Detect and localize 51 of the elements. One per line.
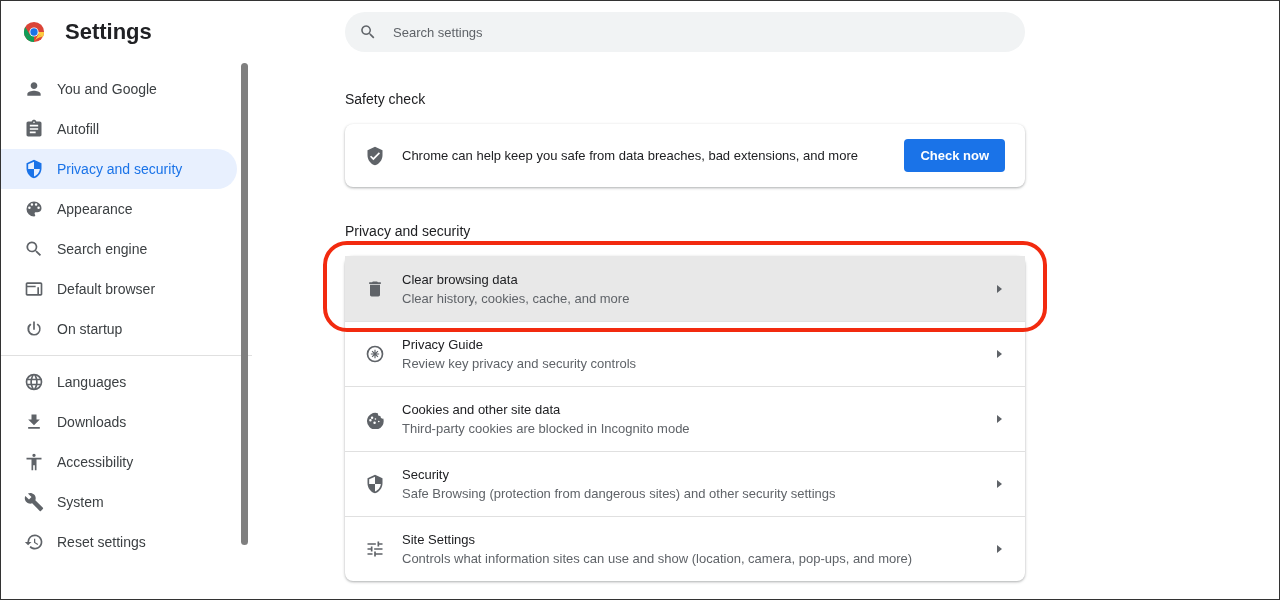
row-title: Privacy Guide <box>402 337 484 352</box>
search-icon <box>359 23 377 41</box>
search-bar[interactable]: Search settings <box>345 12 1025 52</box>
settings-row[interactable]: Cookies and other site data Third-party cookies are blocked in Incognito mode <box>345 386 1025 451</box>
shield-icon <box>365 474 385 494</box>
compass-icon <box>365 344 385 364</box>
section-heading: Privacy and security <box>345 223 472 239</box>
row-subtitle: Third-party cookies are blocked in Incognito mode <box>402 421 691 436</box>
sidebar-item[interactable]: Downloads <box>1 402 237 442</box>
row-subtitle: Clear history, cookies, cache, and more <box>402 290 631 306</box>
sidebar-item[interactable]: Default browser <box>1 269 237 309</box>
sidebar-item[interactable]: Accessibility <box>1 442 237 482</box>
section-heading: Safety check <box>345 91 427 107</box>
row-subtitle: Safe Browsing (protection from dangerous sites) and other security settings <box>402 486 837 501</box>
row-title: Cookies and other site data <box>402 402 562 417</box>
sliders-icon <box>365 539 385 559</box>
sidebar-item[interactable]: Appearance <box>1 189 237 229</box>
sidebar-item[interactable]: Search engine <box>1 229 237 269</box>
row-subtitle: Controls what information sites can use and show (location, camera, pop-ups, and more) <box>402 551 914 566</box>
settings-row[interactable]: Security Safe Browsing (protection from dangerous sites) and other security settings <box>345 451 1025 516</box>
settings-row[interactable]: Privacy Guide Review key privacy and security controls <box>345 321 1025 386</box>
search-input[interactable]: Search settings <box>391 23 1011 41</box>
shield-check-icon <box>365 145 385 166</box>
sidebar-item[interactable]: You and Google <box>1 69 237 109</box>
search-icon <box>24 239 44 259</box>
row-subtitle: Review key privacy and security controls <box>402 356 638 371</box>
palette-icon <box>24 199 44 219</box>
scrollbar[interactable] <box>241 63 248 545</box>
safety-check-text: Chrome can help keep you safe from data breaches, bad extensions, and more <box>402 148 859 163</box>
browser-window-icon <box>24 279 44 299</box>
settings-title: Settings <box>65 19 152 45</box>
sidebar-item[interactable]: Languages <box>1 362 237 402</box>
chrome-logo-icon <box>23 21 45 43</box>
settings-row[interactable]: Site Settings Controls what information sites can use and show (location, camera, pop-ups, and more) <box>345 516 1025 581</box>
shield-icon <box>24 159 44 179</box>
sidebar-item[interactable]: Privacy and security <box>1 149 237 189</box>
sidebar-item[interactable]: Autofill <box>1 109 237 149</box>
history-icon <box>24 532 44 552</box>
sidebar-item[interactable]: On startup <box>1 309 237 349</box>
accessibility-icon <box>24 452 44 472</box>
row-title: Site Settings <box>402 532 476 547</box>
wrench-icon <box>24 492 44 512</box>
sidebar-item[interactable]: System <box>1 482 237 522</box>
row-title: Security <box>402 467 450 482</box>
power-icon <box>24 319 44 339</box>
check-now-button[interactable]: Check now <box>904 139 1005 172</box>
clipboard-icon <box>24 119 44 139</box>
settings-row[interactable]: Clear browsing data Clear history, cookies, cache, and more <box>345 256 1025 321</box>
globe-icon <box>24 372 44 392</box>
sidebar-item[interactable]: Reset settings <box>1 522 237 562</box>
row-title: Clear browsing data <box>402 271 519 287</box>
